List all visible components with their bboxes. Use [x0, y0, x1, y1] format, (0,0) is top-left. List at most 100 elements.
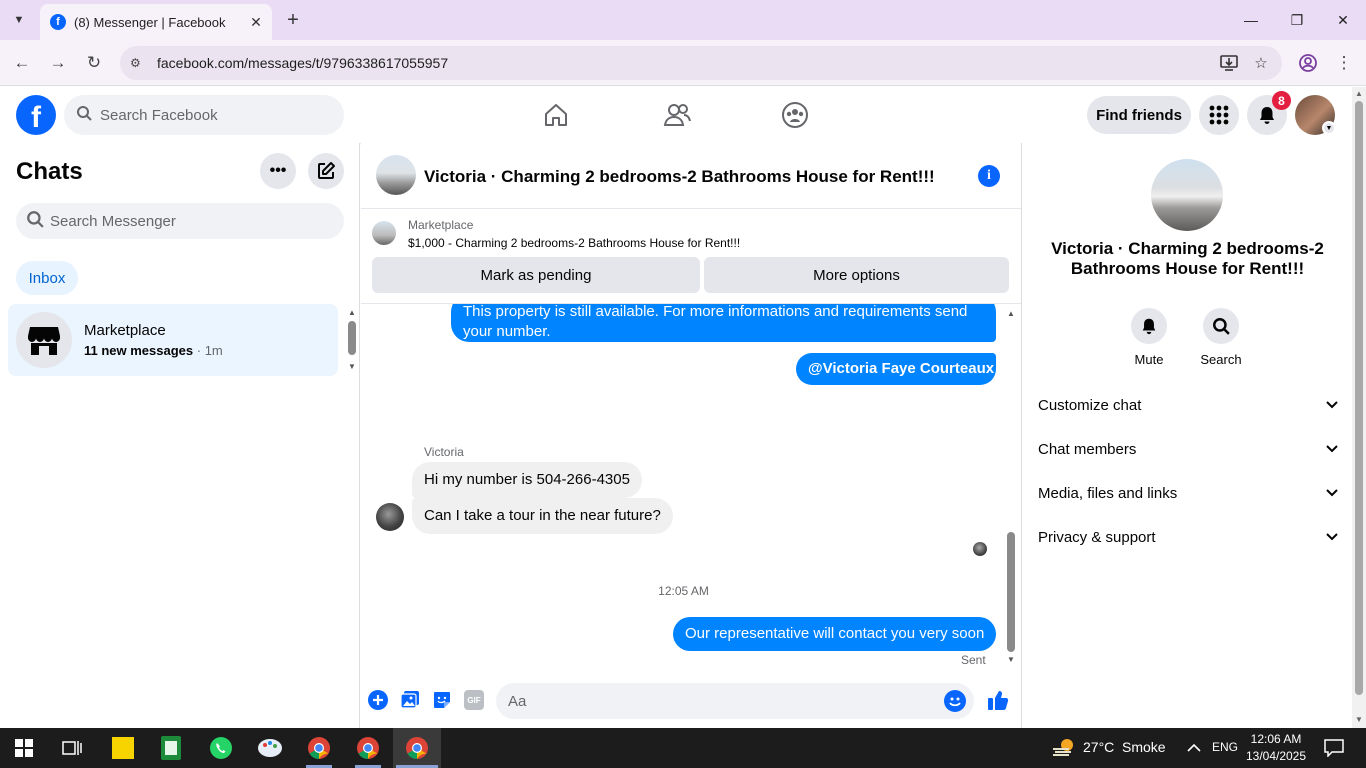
weather-temperature[interactable]: 27°C [1083, 739, 1114, 755]
chat-list-scroll-thumb[interactable] [348, 321, 356, 355]
photo-attach-icon[interactable] [398, 688, 422, 712]
input-language[interactable]: ENG [1212, 740, 1238, 754]
scroll-up-arrow-icon[interactable]: ▲ [1352, 87, 1366, 99]
bookmark-star-icon[interactable]: ☆ [1250, 52, 1272, 74]
section-label: Chat members [1038, 440, 1137, 458]
conversation-avatar[interactable] [376, 155, 416, 195]
chat-info-title: Victoria · Charming 2 bedrooms-2 Bathroo… [1051, 239, 1324, 278]
more-options-button[interactable]: More options [704, 257, 1009, 293]
tab-close-icon[interactable]: ✕ [246, 12, 266, 32]
task-view-icon[interactable] [58, 734, 86, 762]
install-app-icon[interactable] [1218, 52, 1240, 74]
chrome-profile-2-icon[interactable] [354, 734, 382, 762]
friends-icon[interactable] [657, 97, 697, 133]
find-friends-button[interactable]: Find friends [1087, 96, 1191, 134]
paint-app-icon[interactable] [256, 734, 284, 762]
like-thumbs-up-icon[interactable] [986, 688, 1010, 712]
profile-account-icon[interactable] [1296, 51, 1320, 75]
back-icon[interactable]: ← [10, 51, 34, 75]
sender-avatar[interactable] [376, 503, 404, 531]
tab-search-chevron-icon[interactable]: ▼ [6, 8, 32, 32]
emoji-icon[interactable] [944, 690, 966, 712]
chrome-icon[interactable] [305, 734, 333, 762]
chat-info-avatar[interactable] [1151, 159, 1223, 231]
taskbar-clock[interactable]: 12:06 AM 13/04/2025 [1245, 731, 1307, 765]
privacy-support-row[interactable]: Privacy & support [1038, 525, 1338, 549]
incoming-message[interactable]: Hi my number is 504-266-4305 [412, 462, 642, 498]
account-chevron-down-icon[interactable]: ▼ [1322, 121, 1336, 135]
reload-icon[interactable]: ↻ [82, 51, 106, 75]
outgoing-message[interactable]: Our representative will contact you very… [673, 617, 996, 651]
message-input[interactable]: Aa [496, 683, 974, 719]
weather-icon[interactable] [1050, 734, 1078, 762]
page-scroll-thumb[interactable] [1355, 101, 1363, 695]
chat-members-row[interactable]: Chat members [1038, 437, 1338, 461]
search-in-conversation-button[interactable]: Search [1191, 308, 1251, 367]
conversation-title[interactable]: Victoria · Charming 2 bedrooms-2 Bathroo… [424, 167, 935, 187]
scroll-down-arrow-icon[interactable]: ▼ [1352, 713, 1366, 725]
outgoing-message-mention[interactable]: @Victoria Faye Courteaux [796, 353, 996, 385]
mute-button[interactable]: Mute [1119, 308, 1179, 367]
page-scrollbar[interactable]: ▲ ▼ [1352, 87, 1366, 728]
thread-scroll-thumb[interactable] [1007, 532, 1015, 652]
marketplace-listing-bar: Marketplace $1,000 - Charming 2 bedrooms… [361, 210, 1021, 304]
window-close-icon[interactable]: ✕ [1328, 8, 1358, 32]
search-placeholder: Search Facebook [100, 106, 218, 124]
site-info-icon[interactable]: ⚙ [130, 56, 148, 70]
sticker-icon[interactable] [430, 688, 454, 712]
scroll-down-arrow-icon[interactable]: ▼ [346, 361, 358, 371]
restore-icon[interactable]: ❐ [1282, 8, 1312, 32]
chat-item-preview-line: 11 new messages · 1m [84, 343, 223, 358]
listing-title[interactable]: $1,000 - Charming 2 bedrooms-2 Bathrooms… [408, 236, 740, 250]
conversation-header: Victoria · Charming 2 bedrooms-2 Bathroo… [361, 143, 1021, 209]
incoming-message[interactable]: Can I take a tour in the near future? [412, 498, 673, 534]
customize-chat-row[interactable]: Customize chat [1038, 393, 1338, 417]
message-timestamp: 12:05 AM [658, 584, 709, 598]
mark-as-pending-button[interactable]: Mark as pending [372, 257, 700, 293]
inbox-tab[interactable]: Inbox [16, 261, 78, 295]
facebook-search[interactable]: Search Facebook [64, 95, 344, 135]
scroll-up-arrow-icon[interactable]: ▲ [1005, 308, 1017, 318]
gif-icon[interactable]: GIF [462, 688, 486, 712]
menu-grid-icon[interactable] [1199, 95, 1239, 135]
groups-icon[interactable] [775, 97, 815, 133]
weather-condition[interactable]: Smoke [1122, 739, 1166, 755]
browser-tab[interactable]: f (8) Messenger | Facebook ✕ [40, 4, 272, 40]
scroll-up-arrow-icon[interactable]: ▲ [346, 307, 358, 317]
home-icon[interactable] [536, 97, 576, 133]
thread-scrollbar[interactable]: ▲ ▼ [1005, 306, 1017, 666]
outgoing-message[interactable]: This property is still available. For mo… [451, 304, 996, 342]
message-thread: This property is still available. For mo… [361, 304, 1021, 674]
windows-start-icon[interactable] [10, 734, 38, 762]
notification-center-icon[interactable] [1320, 734, 1348, 762]
facebook-logo[interactable]: f [16, 95, 56, 135]
chat-list-scrollbar[interactable]: ▲ ▼ [346, 307, 358, 371]
facebook-favicon-icon: f [50, 14, 66, 30]
system-tray-chevron-up-icon[interactable] [1180, 734, 1208, 762]
chat-list-item[interactable]: Marketplace 11 new messages · 1m [8, 304, 338, 376]
spreadsheet-app-icon[interactable] [157, 734, 185, 762]
forward-icon[interactable]: → [46, 51, 70, 75]
scroll-down-arrow-icon[interactable]: ▼ [1005, 654, 1017, 664]
listing-thumbnail[interactable] [372, 221, 396, 245]
messenger-search-input[interactable]: Search Messenger [16, 203, 344, 239]
section-label: Media, files and links [1038, 484, 1178, 502]
chat-options-more-icon[interactable]: ••• [260, 153, 296, 189]
chevron-down-icon [1326, 442, 1338, 456]
chat-item-time: · 1m [196, 343, 223, 358]
chrome-profile-3-icon[interactable] [403, 734, 431, 762]
browser-menu-icon[interactable]: ⋮ [1332, 51, 1356, 75]
media-files-links-row[interactable]: Media, files and links [1038, 481, 1338, 505]
url-text[interactable]: facebook.com/messages/t/9796338617055957 [157, 55, 1218, 71]
message-status: Sent [961, 653, 986, 667]
new-tab-icon[interactable]: + [282, 9, 304, 31]
add-plus-icon[interactable] [366, 688, 390, 712]
whatsapp-icon[interactable] [207, 734, 235, 762]
url-omnibox[interactable]: ⚙ facebook.com/messages/t/97963386170559… [120, 46, 1282, 80]
sticky-notes-icon[interactable] [109, 734, 137, 762]
new-message-compose-icon[interactable] [308, 153, 344, 189]
search-icon [76, 105, 96, 125]
conversation-info-icon[interactable]: i [978, 165, 1000, 187]
clock-time: 12:06 AM [1250, 732, 1302, 746]
minimize-icon[interactable]: — [1236, 8, 1266, 32]
